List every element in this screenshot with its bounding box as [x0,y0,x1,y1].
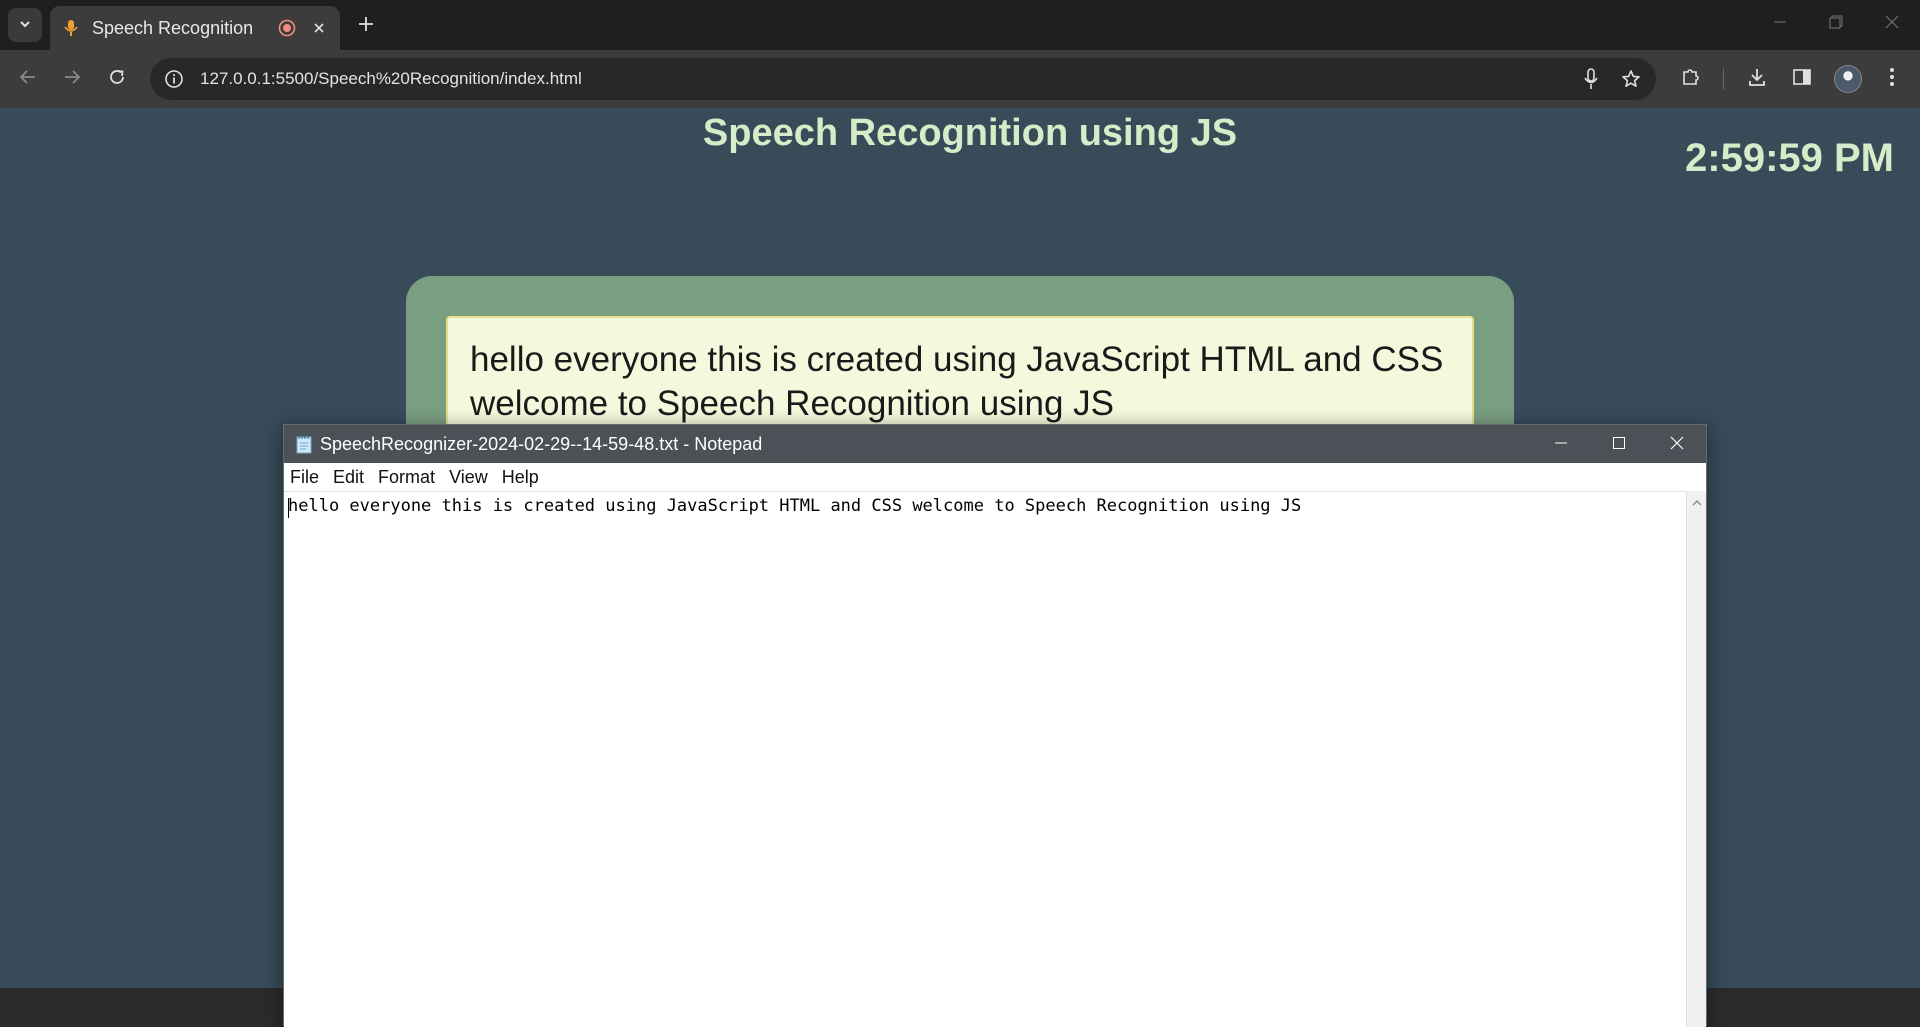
notepad-title: SpeechRecognizer-2024-02-29--14-59-48.tx… [320,433,763,454]
notepad-content: hello everyone this is created using Jav… [288,496,1302,516]
menu-file[interactable]: File [290,467,319,488]
side-panel-button[interactable] [1786,63,1818,95]
download-icon [1746,66,1768,92]
downloads-button[interactable] [1741,63,1773,95]
browser-menu-button[interactable] [1876,63,1908,95]
reload-icon [108,68,126,90]
toolbar-separator [1723,68,1724,90]
tab-speech-recognition[interactable]: Speech Recognition [50,6,340,50]
notepad-maximize-button[interactable] [1590,425,1648,463]
scroll-up-button[interactable] [1687,491,1707,511]
close-icon [1670,435,1684,454]
close-window-button[interactable] [1864,0,1920,46]
restore-button[interactable] [1808,0,1864,46]
tab-title: Speech Recognition [92,17,254,38]
clock-display: 2:59:59 PM [1685,136,1894,180]
page-title: Speech Recognition using JS [702,112,1238,154]
menu-edit[interactable]: Edit [333,467,364,488]
back-button[interactable] [12,63,44,95]
notepad-vertical-scrollbar[interactable] [1686,491,1706,1027]
menu-help[interactable]: Help [502,467,539,488]
forward-button[interactable] [56,63,88,95]
notepad-icon [294,434,314,454]
microphone-favicon-icon [62,19,80,37]
profile-avatar[interactable] [1834,65,1862,93]
browser-tabstrip: Speech Recognition [0,0,1920,50]
address-bar[interactable]: 127.0.0.1:5500/Speech%20Recognition/inde… [150,58,1656,100]
browser-toolbar: 127.0.0.1:5500/Speech%20Recognition/inde… [0,50,1920,108]
microphone-icon[interactable] [1578,66,1604,92]
notepad-text-area[interactable]: hello everyone this is created using Jav… [284,491,1688,1027]
notepad-window: SpeechRecognizer-2024-02-29--14-59-48.tx… [283,424,1707,1027]
side-panel-icon [1791,66,1813,92]
text-cursor [288,498,289,518]
browser-window-controls [1752,0,1920,50]
menu-format[interactable]: Format [378,467,435,488]
plus-icon [358,16,374,36]
minimize-button[interactable] [1752,0,1808,46]
url-text[interactable]: 127.0.0.1:5500/Speech%20Recognition/inde… [200,69,1564,89]
close-icon [1885,14,1899,33]
notepad-close-button[interactable] [1648,425,1706,463]
reload-button[interactable] [101,63,133,95]
menu-view[interactable]: View [449,467,488,488]
tab-close-icon[interactable] [310,19,328,37]
chevron-up-icon [1692,492,1702,511]
tab-search-button[interactable] [8,8,42,42]
kebab-menu-icon [1889,67,1895,91]
notepad-menubar: File Edit Format View Help [284,463,1706,491]
minimize-icon [1554,435,1568,454]
site-info-icon[interactable] [162,67,186,91]
arrow-right-icon [63,68,81,90]
minimize-icon [1773,14,1787,33]
arrow-left-icon [19,68,37,90]
recording-indicator-icon [278,19,296,37]
notepad-titlebar[interactable]: SpeechRecognizer-2024-02-29--14-59-48.tx… [284,425,1706,463]
bookmark-star-icon[interactable] [1618,66,1644,92]
notepad-minimize-button[interactable] [1532,425,1590,463]
extensions-button[interactable] [1675,63,1707,95]
maximize-icon [1612,435,1626,454]
restore-icon [1829,14,1843,33]
chevron-down-icon [18,16,32,35]
puzzle-icon [1680,66,1702,92]
new-tab-button[interactable] [352,12,380,40]
